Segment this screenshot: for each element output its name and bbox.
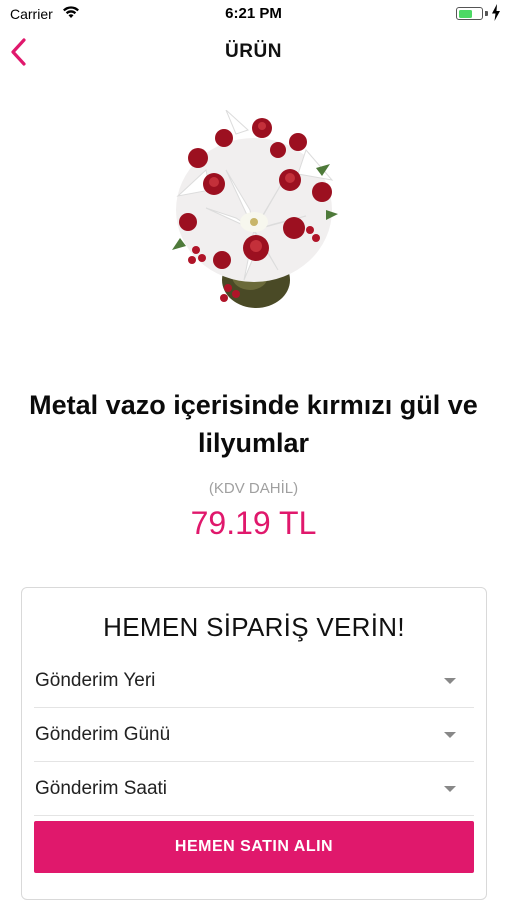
- charging-bolt-icon: [492, 4, 500, 21]
- product-price: 79.19 TL: [190, 505, 317, 541]
- delivery-place-select[interactable]: Gönderim Yeri: [34, 654, 474, 708]
- status-bar: Carrier 6:21 PM: [0, 0, 507, 28]
- product-title: Metal vazo içerisinde kırmızı gül ve lil…: [29, 390, 478, 458]
- page-title: ÜRÜN: [225, 41, 282, 62]
- buy-now-button[interactable]: HEMEN SATIN ALIN: [34, 821, 474, 873]
- nav-bar: ÜRÜN: [0, 28, 507, 74]
- delivery-time-select[interactable]: Gönderim Saati: [34, 762, 474, 816]
- delivery-place-label: Gönderim Yeri: [35, 670, 156, 691]
- battery-icon: [456, 7, 483, 20]
- caret-down-icon: [444, 732, 456, 738]
- caret-down-icon: [444, 678, 456, 684]
- battery-tip: [485, 11, 488, 16]
- delivery-day-select[interactable]: Gönderim Günü: [34, 708, 474, 762]
- vat-note: (KDV DAHİL): [208, 480, 299, 497]
- order-card: HEMEN SİPARİŞ VERİN! Gönderim Yeri Gönde…: [21, 587, 487, 900]
- product-image: [172, 110, 338, 308]
- order-card-title: HEMEN SİPARİŞ VERİN!: [103, 612, 405, 642]
- battery-level: [458, 9, 472, 18]
- caret-down-icon: [444, 786, 456, 792]
- delivery-day-label: Gönderim Günü: [35, 724, 171, 745]
- delivery-time-label: Gönderim Saati: [35, 778, 168, 799]
- clock: 6:21 PM: [225, 5, 282, 22]
